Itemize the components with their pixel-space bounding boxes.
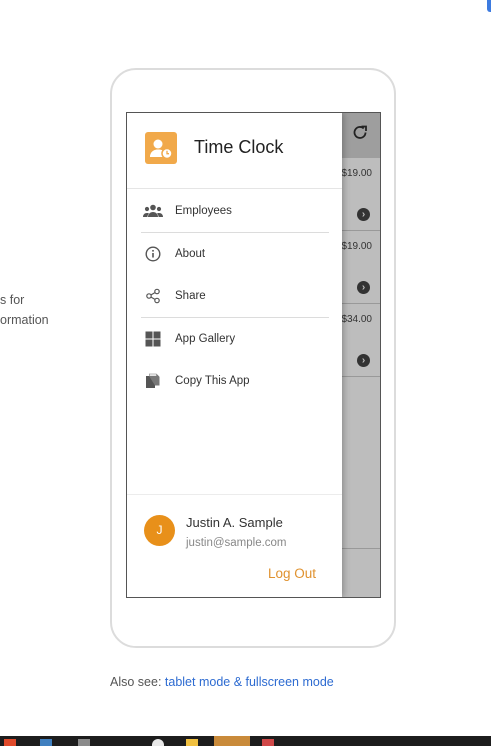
side-text-line-2: ormation bbox=[0, 313, 49, 327]
row-price: $19.00 bbox=[341, 168, 372, 179]
also-see-text: Also see: tablet mode & fullscreen mode bbox=[110, 675, 334, 689]
also-see-prefix: Also see: bbox=[110, 675, 162, 689]
navigation-drawer: Time Clock Employees About Share App Gal… bbox=[127, 113, 342, 597]
menu-item-copy-this-app[interactable]: Copy This App bbox=[141, 360, 329, 402]
menu-item-label: Employees bbox=[175, 205, 232, 217]
phone-screen: $19.00 › $19.00 › $34.00 › Time Clock Em… bbox=[126, 112, 381, 598]
share-icon bbox=[143, 286, 163, 306]
person-clock-icon bbox=[145, 132, 177, 164]
menu-item-app-gallery[interactable]: App Gallery bbox=[141, 318, 329, 360]
app-title: Time Clock bbox=[194, 137, 284, 157]
drawer-menu: Employees About Share App Gallery Copy T… bbox=[141, 190, 329, 402]
side-text-line-1: s for bbox=[0, 293, 25, 307]
row-price: $19.00 bbox=[341, 241, 372, 252]
user-email: justin@sample.com bbox=[186, 537, 287, 549]
taskbar-app-icon[interactable] bbox=[152, 739, 164, 746]
taskbar-app-icon[interactable] bbox=[4, 739, 16, 746]
menu-item-employees[interactable]: Employees bbox=[141, 190, 329, 233]
info-icon bbox=[143, 244, 163, 264]
corner-badge bbox=[487, 0, 491, 12]
menu-item-label: Copy This App bbox=[175, 375, 250, 387]
menu-item-share[interactable]: Share bbox=[141, 275, 329, 318]
user-name: Justin A. Sample bbox=[186, 515, 283, 530]
copy-icon bbox=[143, 371, 163, 391]
chevron-circle-icon[interactable]: › bbox=[357, 281, 370, 294]
menu-item-label: App Gallery bbox=[175, 333, 236, 345]
taskbar-app-icon[interactable] bbox=[40, 739, 52, 746]
taskbar-app-icon[interactable] bbox=[262, 739, 274, 746]
taskbar-active-app[interactable] bbox=[214, 736, 250, 746]
row-price: $34.00 bbox=[341, 314, 372, 325]
menu-item-label: About bbox=[175, 248, 206, 260]
grid-icon bbox=[143, 329, 163, 349]
user-block: J Justin A. Sample justin@sample.com Log… bbox=[127, 494, 342, 597]
avatar[interactable]: J bbox=[144, 515, 175, 546]
chevron-circle-icon[interactable]: › bbox=[357, 354, 370, 367]
refresh-icon[interactable] bbox=[350, 123, 370, 143]
logout-button[interactable]: Log Out bbox=[268, 566, 316, 581]
chevron-circle-icon[interactable]: › bbox=[357, 208, 370, 221]
tablet-fullscreen-link[interactable]: tablet mode & fullscreen mode bbox=[165, 675, 334, 689]
side-text: s for ormation bbox=[0, 290, 49, 330]
drawer-header: Time Clock bbox=[127, 113, 342, 189]
menu-item-about[interactable]: About bbox=[141, 233, 329, 275]
menu-item-label: Share bbox=[175, 290, 206, 302]
people-icon bbox=[143, 201, 163, 221]
os-taskbar bbox=[0, 736, 491, 746]
taskbar-app-icon[interactable] bbox=[186, 739, 198, 746]
taskbar-app-icon[interactable] bbox=[78, 739, 90, 746]
